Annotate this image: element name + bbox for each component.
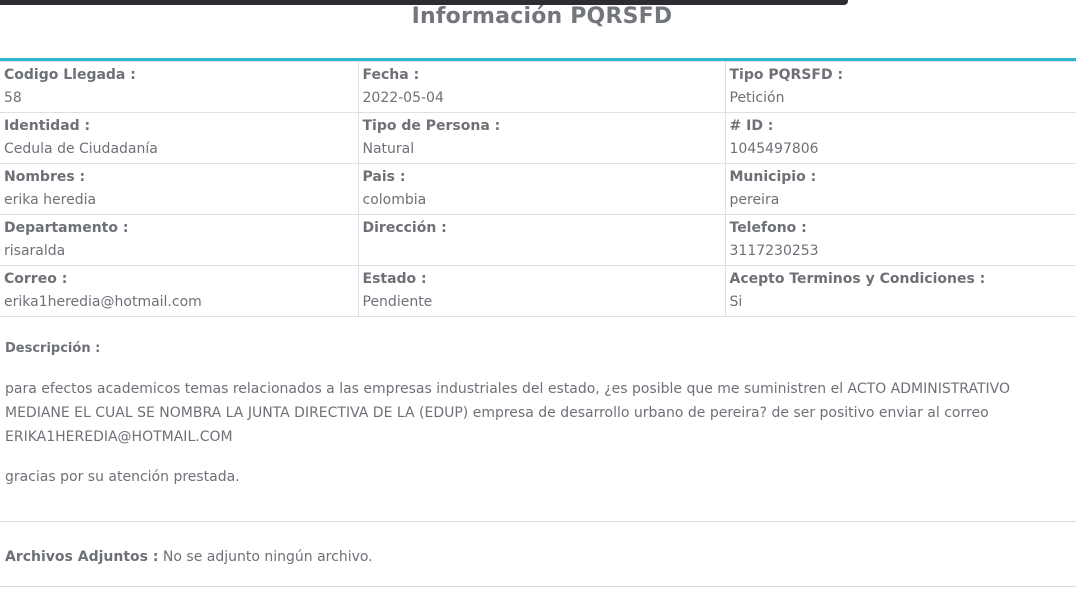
field-value: erika1heredia@hotmail.com <box>4 294 202 310</box>
field-label: Nombres : <box>4 169 86 185</box>
attachments-value: No se adjunto ningún archivo. <box>162 549 373 565</box>
field-label: Estado : <box>362 271 427 287</box>
field-value: colombia <box>362 192 427 208</box>
field-value: 58 <box>4 90 22 106</box>
field-value: risaralda <box>4 243 66 259</box>
field-value: Cedula de Ciudadanía <box>4 141 158 157</box>
attachments-section: Archivos Adjuntos : No se adjunto ningún… <box>5 549 373 565</box>
description-paragraph: gracias por su atención prestada. <box>5 469 240 485</box>
field-label: Codigo Llegada : <box>4 67 136 83</box>
field-label: Telefono : <box>729 220 807 236</box>
field-identidad: Identidad : Cedula de Ciudadanía <box>0 112 359 164</box>
field-tipo-pqrsfd: Tipo PQRSFD : Petición <box>724 61 1076 113</box>
table-row: Nombres : erika heredia Pais : colombia … <box>0 163 1076 215</box>
field-telefono: Telefono : 3117230253 <box>724 214 1076 266</box>
field-value: Si <box>729 294 743 310</box>
description-text: para efectos academicos temas relacionad… <box>5 377 1071 505</box>
field-departamento: Departamento : risaralda <box>0 214 359 266</box>
field-municipio: Municipio : pereira <box>724 163 1076 215</box>
pqrsfd-info-table: Codigo Llegada : 58 Fecha : 2022-05-04 T… <box>0 61 1076 317</box>
attachments-label: Archivos Adjuntos : <box>5 549 159 565</box>
field-correo: Correo : erika1heredia@hotmail.com <box>0 265 359 317</box>
field-id-number: # ID : 1045497806 <box>724 112 1076 164</box>
field-label: Pais : <box>362 169 406 185</box>
field-label: Fecha : <box>362 67 420 83</box>
field-estado: Estado : Pendiente <box>357 265 726 317</box>
field-pais: Pais : colombia <box>357 163 726 215</box>
field-label: Identidad : <box>4 118 91 134</box>
page-title: Información PQRSFD <box>411 4 673 29</box>
description-paragraph: para efectos academicos temas relacionad… <box>5 381 1010 445</box>
field-nombres: Nombres : erika heredia <box>0 163 359 215</box>
field-label: Acepto Terminos y Condiciones : <box>729 271 986 287</box>
field-label: Departamento : <box>4 220 129 236</box>
table-row: Identidad : Cedula de Ciudadanía Tipo de… <box>0 112 1076 164</box>
table-row: Correo : erika1heredia@hotmail.com Estad… <box>0 265 1076 317</box>
field-label: # ID : <box>729 118 774 134</box>
field-label: Tipo de Persona : <box>362 118 501 134</box>
description-label: Descripción : <box>5 341 101 356</box>
field-value: 1045497806 <box>729 141 819 157</box>
section-divider <box>0 586 1076 587</box>
table-row: Codigo Llegada : 58 Fecha : 2022-05-04 T… <box>0 61 1076 113</box>
field-acepto-terminos: Acepto Terminos y Condiciones : Si <box>724 265 1076 317</box>
field-value: 2022-05-04 <box>362 90 444 106</box>
field-tipo-persona: Tipo de Persona : Natural <box>357 112 726 164</box>
table-row: Departamento : risaralda Dirección : Tel… <box>0 214 1076 266</box>
field-value: erika heredia <box>4 192 97 208</box>
field-label: Municipio : <box>729 169 817 185</box>
field-value: Pendiente <box>362 294 433 310</box>
field-fecha: Fecha : 2022-05-04 <box>357 61 726 113</box>
field-codigo-llegada: Codigo Llegada : 58 <box>0 61 359 113</box>
section-divider <box>0 521 1076 522</box>
field-direccion: Dirección : <box>357 214 726 266</box>
field-label: Dirección : <box>362 220 447 236</box>
field-value: pereira <box>729 192 780 208</box>
field-value: Petición <box>729 90 785 106</box>
field-label: Correo : <box>4 271 68 287</box>
field-value: 3117230253 <box>729 243 819 259</box>
field-label: Tipo PQRSFD : <box>729 67 844 83</box>
field-value: Natural <box>362 141 415 157</box>
